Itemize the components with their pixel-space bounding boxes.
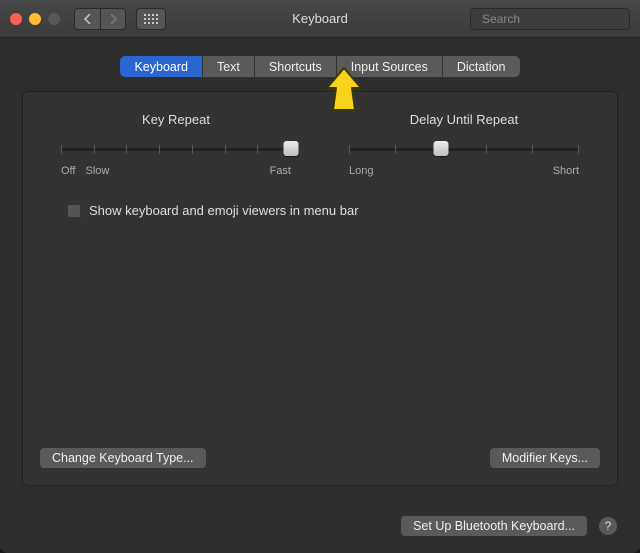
delay-scale-short: Short [553,165,579,177]
key-repeat-scale-off: Off [61,165,75,177]
delay-label: Delay Until Repeat [349,112,579,127]
tab-keyboard[interactable]: Keyboard [120,56,203,77]
modifier-keys-button[interactable]: Modifier Keys... [489,447,601,469]
back-button[interactable] [74,8,100,30]
tab-dictation[interactable]: Dictation [443,56,520,77]
zoom-window-button[interactable] [48,13,60,25]
grid-icon [144,14,158,24]
nav-buttons [74,8,126,30]
tab-shortcuts[interactable]: Shortcuts [255,56,337,77]
delay-slider[interactable] [349,139,579,159]
preferences-window: Keyboard Keyboard Text Shortcuts Input S… [0,0,640,553]
show-emoji-viewers-label: Show keyboard and emoji viewers in menu … [89,203,359,218]
traffic-lights [10,13,60,25]
show-emoji-viewers-row[interactable]: Show keyboard and emoji viewers in menu … [67,203,579,218]
show-emoji-viewers-checkbox[interactable] [67,204,81,218]
tab-bar: Keyboard Text Shortcuts Input Sources Di… [22,56,618,77]
key-repeat-knob[interactable] [284,141,299,156]
setup-bluetooth-keyboard-button[interactable]: Set Up Bluetooth Keyboard... [400,515,588,537]
key-repeat-scale-slow: Slow [85,165,109,177]
key-repeat-slider[interactable] [61,139,291,159]
settings-panel: Key Repeat Off Slow Fast [22,91,618,486]
change-keyboard-type-button[interactable]: Change Keyboard Type... [39,447,207,469]
search-field[interactable] [470,8,630,30]
delay-block: Delay Until Repeat Long Short [349,112,579,177]
forward-button[interactable] [100,8,126,30]
titlebar: Keyboard [0,0,640,38]
search-input[interactable] [482,12,637,26]
key-repeat-scale-fast: Fast [270,165,291,177]
delay-knob[interactable] [434,141,449,156]
show-all-button[interactable] [136,8,166,30]
close-window-button[interactable] [10,13,22,25]
minimize-window-button[interactable] [29,13,41,25]
help-button[interactable]: ? [598,516,618,536]
key-repeat-block: Key Repeat Off Slow Fast [61,112,291,177]
tab-text[interactable]: Text [203,56,255,77]
delay-scale-long: Long [349,165,373,177]
tab-input-sources[interactable]: Input Sources [337,56,443,77]
content-area: Keyboard Text Shortcuts Input Sources Di… [0,38,640,553]
key-repeat-label: Key Repeat [61,112,291,127]
